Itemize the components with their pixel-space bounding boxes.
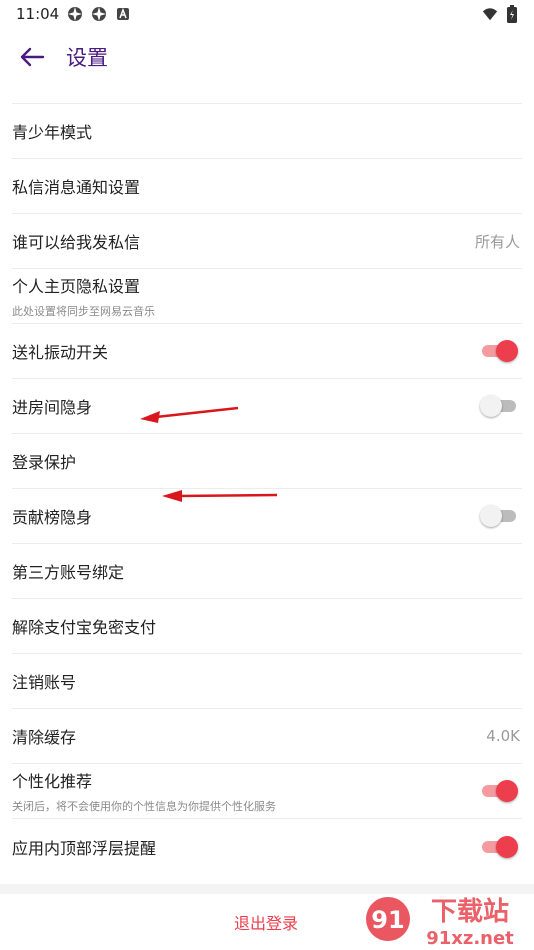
back-button[interactable] bbox=[12, 37, 52, 77]
cache-size: 4.0K bbox=[486, 727, 520, 745]
status-bar: 11:04 bbox=[0, 0, 534, 28]
setting-label: 私信消息通知设置 bbox=[12, 178, 141, 197]
setting-login-protection[interactable]: 登录保护 bbox=[12, 434, 522, 489]
setting-label: 第三方账号绑定 bbox=[12, 563, 125, 582]
back-arrow-icon bbox=[20, 47, 45, 67]
setting-label: 送礼振动开关 bbox=[12, 343, 109, 362]
app-notification-icon bbox=[91, 6, 107, 22]
setting-label: 登录保护 bbox=[12, 453, 77, 472]
status-time: 11:04 bbox=[16, 5, 60, 23]
setting-label: 解除支付宝免密支付 bbox=[12, 618, 157, 637]
setting-description: 关闭后，将不会使用你的个性信息为你提供个性化服务 bbox=[12, 800, 276, 813]
setting-top-popup-reminder: 应用内顶部浮层提醒 bbox=[12, 819, 522, 874]
battery-icon bbox=[504, 5, 520, 23]
gift-vibration-toggle[interactable] bbox=[480, 340, 518, 362]
setting-label: 进房间隐身 bbox=[12, 398, 93, 417]
setting-gift-vibration: 送礼振动开关 bbox=[12, 324, 522, 379]
setting-description: 此处设置将同步至网易云音乐 bbox=[12, 305, 155, 318]
top-popup-reminder-toggle[interactable] bbox=[480, 835, 518, 858]
logout-label: 退出登录 bbox=[233, 914, 298, 933]
annotation-arrow bbox=[162, 490, 278, 502]
app-a-icon bbox=[115, 6, 131, 22]
wifi-icon bbox=[482, 6, 498, 22]
setting-personalized-recommend: 个性化推荐 关闭后，将不会使用你的个性信息为你提供个性化服务 bbox=[12, 764, 522, 819]
page-title: 设置 bbox=[66, 46, 108, 70]
personalized-recommend-toggle[interactable] bbox=[480, 780, 518, 802]
setting-third-party-binding[interactable]: 第三方账号绑定 bbox=[12, 544, 522, 599]
contribution-invisible-toggle[interactable] bbox=[480, 505, 518, 527]
setting-label: 个性化推荐 bbox=[12, 772, 93, 791]
invisible-enter-room-toggle[interactable] bbox=[480, 395, 518, 417]
setting-label: 应用内顶部浮层提醒 bbox=[12, 838, 157, 858]
setting-value: 所有人 bbox=[474, 232, 520, 251]
setting-label: 个人主页隐私设置 bbox=[12, 277, 141, 296]
watermark-title: 下载站 bbox=[431, 897, 509, 927]
setting-label: 注销账号 bbox=[12, 673, 77, 692]
watermark-logo: 91 下载站 91xz.net bbox=[366, 897, 514, 949]
setting-invisible-enter-room: 进房间隐身 bbox=[12, 379, 522, 434]
setting-clear-cache[interactable]: 清除缓存 4.0K bbox=[12, 709, 522, 764]
setting-label: 青少年模式 bbox=[12, 123, 93, 142]
setting-alipay-unbind[interactable]: 解除支付宝免密支付 bbox=[12, 599, 522, 654]
setting-message-notification[interactable]: 私信消息通知设置 bbox=[12, 159, 522, 214]
app-notification-icon bbox=[67, 6, 83, 22]
setting-label: 谁可以给我发私信 bbox=[12, 233, 141, 252]
setting-profile-privacy[interactable]: 个人主页隐私设置 此处设置将同步至网易云音乐 bbox=[12, 269, 522, 324]
annotation-arrow bbox=[140, 406, 239, 423]
app-header: 设置 bbox=[0, 28, 534, 86]
setting-delete-account[interactable]: 注销账号 bbox=[12, 654, 522, 709]
setting-label: 清除缓存 bbox=[12, 728, 77, 747]
setting-label: 贡献榜隐身 bbox=[12, 508, 93, 527]
watermark-url: 91xz.net bbox=[426, 928, 514, 949]
setting-teen-mode[interactable]: 青少年模式 bbox=[12, 104, 522, 159]
svg-text:91: 91 bbox=[371, 906, 404, 934]
setting-who-can-message[interactable]: 谁可以给我发私信 所有人 bbox=[12, 214, 522, 269]
